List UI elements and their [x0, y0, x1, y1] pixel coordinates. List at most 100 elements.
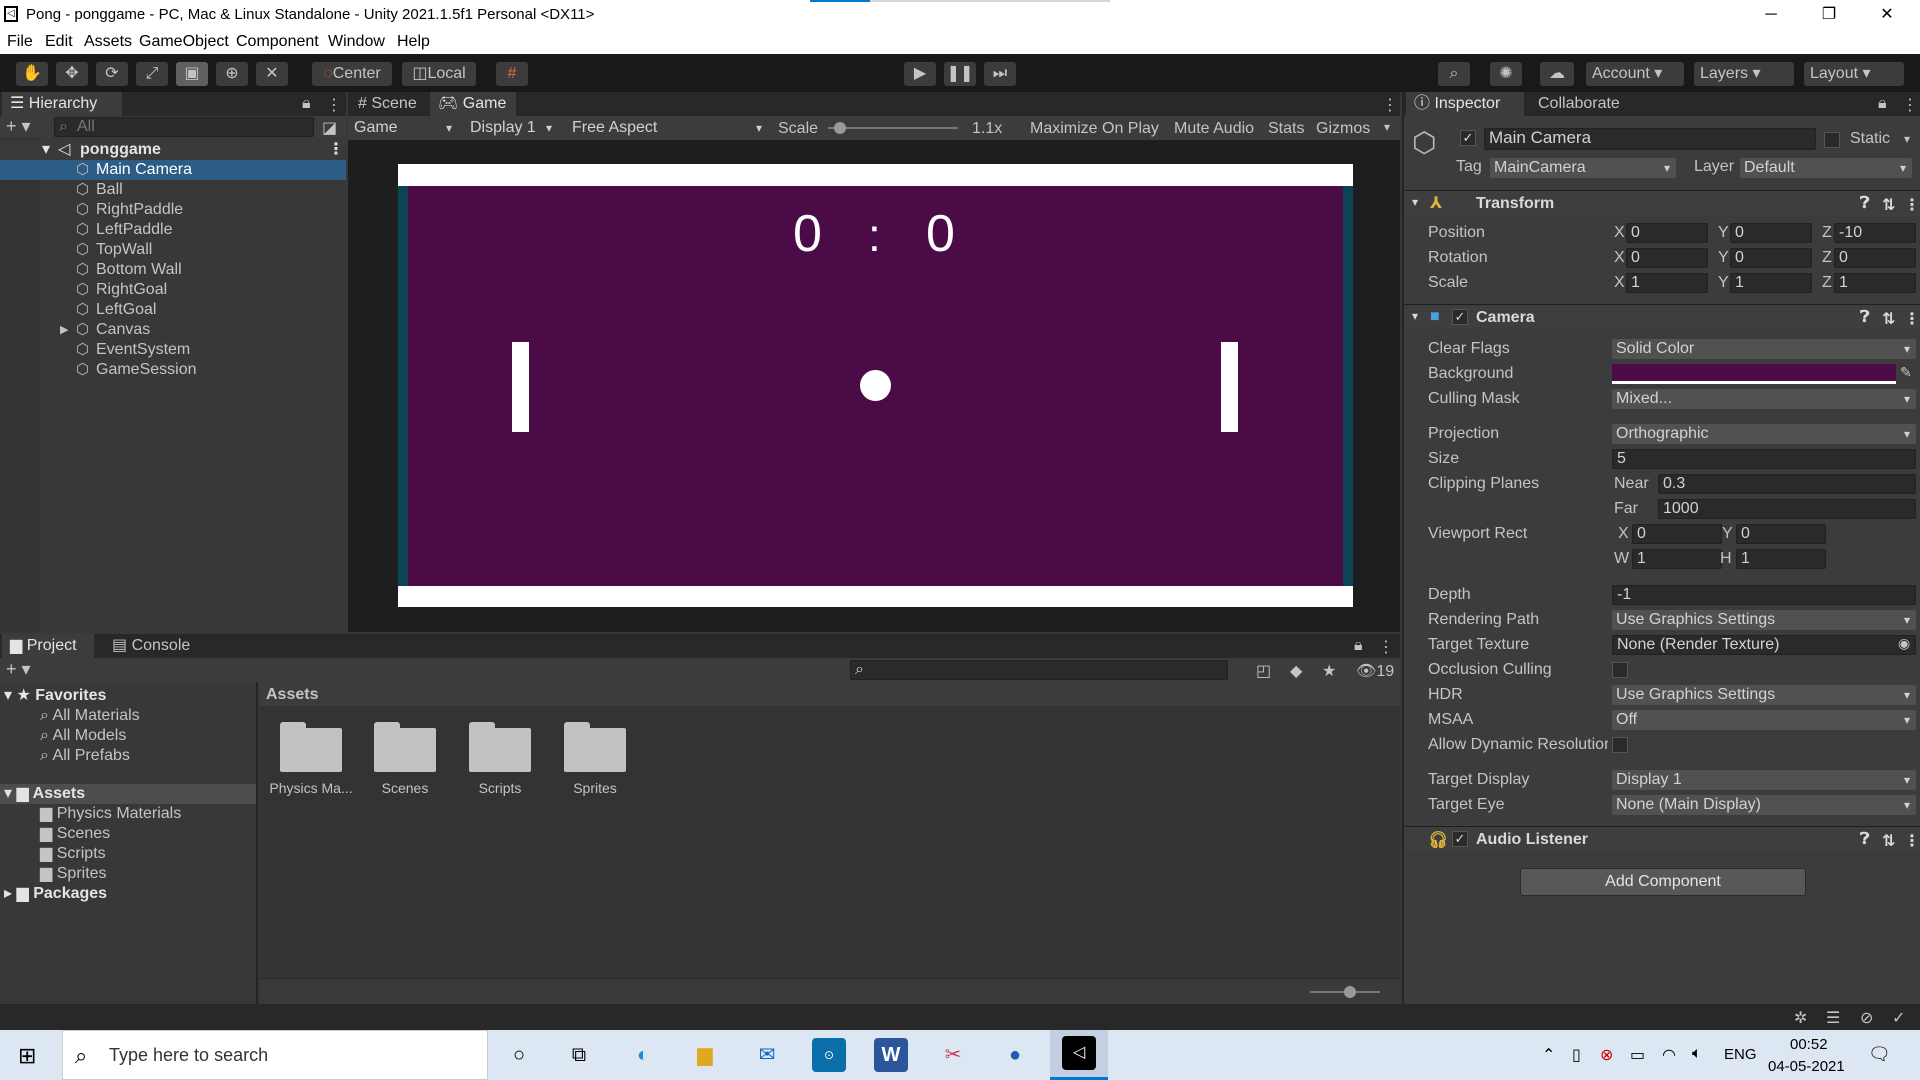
tag-dropdown[interactable]: MainCamera — [1490, 158, 1676, 178]
object-picker-icon[interactable]: ◉ — [1898, 635, 1910, 652]
tab-game[interactable]: 🎮︎ Game — [430, 92, 516, 116]
folder-item[interactable]: ▆ Physics Materials — [40, 804, 181, 824]
transform-tool-button[interactable]: ⊕ — [216, 62, 248, 86]
menu-window[interactable]: Window — [328, 33, 385, 51]
eyedropper-icon[interactable]: ✎ — [1900, 364, 1912, 381]
step-button[interactable]: ⏭ — [984, 62, 1016, 86]
favorites-row[interactable]: ▾ ★ Favorites — [4, 686, 106, 706]
search-by-label-icon[interactable]: ◆ — [1290, 661, 1302, 681]
menu-assets[interactable]: Assets — [84, 33, 132, 51]
stats-button[interactable]: Stats — [1268, 120, 1304, 138]
hierarchy-search-input[interactable]: ⌕ All — [54, 117, 314, 137]
rect-tool-button[interactable]: ▣ — [176, 62, 208, 86]
custom-tool-button[interactable]: ✕ — [256, 62, 288, 86]
mail-icon[interactable]: ✉ — [750, 1038, 784, 1072]
scale-z-field[interactable]: 1 — [1834, 273, 1916, 293]
rendering-path-dropdown[interactable]: Use Graphics Settings — [1612, 610, 1916, 630]
menu-file[interactable]: File — [7, 33, 33, 51]
viewport-w-field[interactable]: 1 — [1632, 549, 1722, 569]
rotation-x-field[interactable]: 0 — [1626, 248, 1708, 268]
icon-size-slider-thumb[interactable] — [1344, 986, 1356, 998]
scale-tool-button[interactable]: ⤢ — [136, 62, 168, 86]
layout-dropdown[interactable]: Layout ▾ — [1804, 62, 1904, 86]
hierarchy-item[interactable]: ⬡ TopWall — [0, 240, 346, 260]
hierarchy-item[interactable]: ⬡ Main Camera — [0, 160, 346, 180]
cloud-button[interactable]: ☁ — [1540, 62, 1574, 86]
folder-item[interactable]: ▆ Scenes — [40, 824, 110, 844]
hierarchy-item[interactable]: ⬡ LeftPaddle — [0, 220, 346, 240]
layers-dropdown[interactable]: Layers ▾ — [1694, 62, 1794, 86]
target-texture-field[interactable]: None (Render Texture) — [1612, 635, 1916, 655]
battery-icon[interactable]: ▭ — [1630, 1045, 1645, 1065]
camera-header[interactable]: ▾ ■ ✓ Camera ❓︎ ⇅ ⋮ — [1404, 304, 1920, 330]
far-field[interactable]: 1000 — [1658, 499, 1916, 519]
word-icon[interactable]: W — [874, 1038, 908, 1072]
pause-button[interactable]: ❚❚ — [944, 62, 976, 86]
tab-collaborate[interactable]: Collaborate — [1530, 92, 1640, 116]
play-button[interactable]: ▶ — [904, 62, 936, 86]
create-button[interactable]: + ▾ — [6, 659, 31, 680]
scale-slider-thumb[interactable] — [834, 122, 846, 134]
hierarchy-item[interactable]: ⬡ RightPaddle — [0, 200, 346, 220]
asset-item[interactable]: Sprites — [550, 722, 640, 802]
occlusion-culling-checkbox[interactable] — [1612, 662, 1628, 678]
scene-visibility-icon[interactable]: ◪ — [322, 118, 337, 138]
tray-chevron-icon[interactable]: ⌃ — [1542, 1045, 1555, 1065]
layer-dropdown[interactable]: Default — [1740, 158, 1912, 178]
position-z-field[interactable]: -10 — [1834, 223, 1916, 243]
project-search-input[interactable]: ⌕ — [850, 660, 1228, 680]
depth-field[interactable]: -1 — [1612, 585, 1916, 605]
clock-time[interactable]: 00:52 — [1790, 1036, 1828, 1053]
lock-icon[interactable]: 🔒︎ — [1354, 637, 1363, 655]
game-viewport[interactable]: 0 : 0 — [398, 164, 1353, 607]
scene-row[interactable]: ▾ ◁ ponggame ⋮ — [0, 140, 346, 160]
audio-listener-checkbox[interactable]: ✓ — [1452, 831, 1468, 847]
viewport-h-field[interactable]: 1 — [1736, 549, 1826, 569]
target-eye-dropdown[interactable]: None (Main Display) — [1612, 795, 1916, 815]
asset-item[interactable]: Scenes — [360, 722, 450, 802]
favorite-star-icon[interactable]: ★ — [1322, 661, 1336, 681]
volume-icon[interactable]: 🔈︎ — [1692, 1045, 1702, 1063]
rotation-z-field[interactable]: 0 — [1834, 248, 1916, 268]
kebab-menu-icon[interactable]: ⋮ — [1904, 831, 1920, 851]
gizmos-dropdown-icon[interactable]: ▾ — [1384, 120, 1390, 134]
position-x-field[interactable]: 0 — [1626, 223, 1708, 243]
scale-slider[interactable] — [828, 122, 958, 134]
tab-hierarchy[interactable]: ☰ Hierarchy — [2, 92, 122, 116]
add-component-button[interactable]: Add Component — [1520, 868, 1806, 896]
aspect-dropdown[interactable]: Free Aspect — [568, 118, 768, 138]
hierarchy-item[interactable]: ⬡ Bottom Wall — [0, 260, 346, 280]
icon-size-slider[interactable] — [1310, 986, 1380, 998]
asset-item[interactable]: Physics Ma... — [266, 722, 356, 802]
scale-x-field[interactable]: 1 — [1626, 273, 1708, 293]
background-color-swatch[interactable] — [1612, 364, 1896, 384]
edge-icon[interactable]: ◐ — [626, 1038, 660, 1072]
folder-item[interactable]: ▆ Scripts — [40, 844, 106, 864]
menu-edit[interactable]: Edit — [45, 33, 73, 51]
hierarchy-item[interactable]: ▶ ⬡ Canvas — [0, 320, 346, 340]
help-icon[interactable]: ❓︎ — [1860, 831, 1870, 849]
asset-item[interactable]: Scripts — [455, 722, 545, 802]
file-explorer-icon[interactable]: ▆ — [688, 1038, 722, 1072]
create-button[interactable]: + ▾ — [6, 116, 31, 137]
mute-audio-button[interactable]: Mute Audio — [1174, 120, 1254, 138]
kebab-menu-icon[interactable]: ⋮ — [1904, 309, 1920, 329]
near-field[interactable]: 0.3 — [1658, 474, 1916, 494]
dynamic-resolution-checkbox[interactable] — [1612, 737, 1628, 753]
services-button[interactable]: ✺ — [1490, 62, 1522, 86]
notification-icon[interactable]: 🗨︎ — [1868, 1044, 1891, 1065]
account-dropdown[interactable]: Account ▾ — [1586, 62, 1684, 86]
culling-mask-dropdown[interactable]: Mixed... — [1612, 389, 1916, 409]
hidden-packages-icon[interactable]: 👁︎19 — [1356, 661, 1394, 681]
camera-enabled-checkbox[interactable]: ✓ — [1452, 309, 1468, 325]
auto-generate-icon[interactable]: ⊘ — [1860, 1008, 1873, 1028]
tab-inspector[interactable]: ⓘ Inspector — [1406, 92, 1524, 116]
lock-icon[interactable]: 🔒︎ — [1878, 95, 1887, 113]
snip-sketch-icon[interactable]: ✂ — [936, 1038, 970, 1072]
gizmos-button[interactable]: Gizmos — [1316, 120, 1370, 138]
check-status-icon[interactable]: ✓ — [1892, 1008, 1905, 1028]
kebab-menu-icon[interactable]: ⋮ — [1902, 95, 1918, 115]
search-by-type-icon[interactable]: ◰ — [1256, 661, 1271, 681]
hierarchy-item[interactable]: ⬡ RightGoal — [0, 280, 346, 300]
unity-taskbar-button[interactable]: ◁ — [1050, 1030, 1108, 1080]
